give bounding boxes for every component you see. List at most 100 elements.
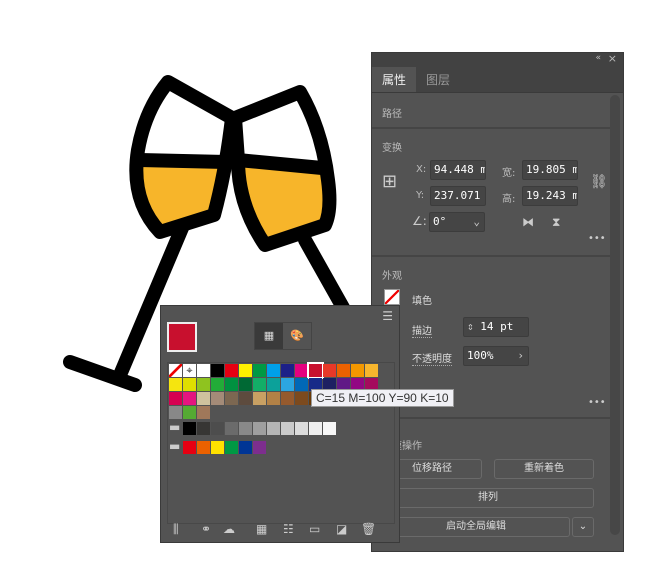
- swatch-options-icon[interactable]: ☷: [283, 522, 294, 536]
- folder-icon[interactable]: ▬: [169, 420, 180, 434]
- swatch[interactable]: [295, 422, 308, 435]
- swatch[interactable]: [253, 422, 266, 435]
- close-icon[interactable]: ×: [608, 52, 617, 65]
- swatch[interactable]: [281, 392, 294, 405]
- swatch[interactable]: [253, 392, 266, 405]
- x-input[interactable]: 94.448 m: [430, 160, 486, 180]
- swatch[interactable]: [225, 378, 238, 391]
- swatch[interactable]: [309, 422, 322, 435]
- swatch[interactable]: [337, 364, 350, 377]
- swatch[interactable]: [253, 364, 266, 377]
- constrain-proportions-icon[interactable]: ⛓: [590, 174, 608, 190]
- swatch[interactable]: [239, 364, 252, 377]
- swatch[interactable]: [225, 441, 238, 454]
- cloud-icon[interactable]: ☁: [223, 522, 235, 536]
- swatch[interactable]: [281, 422, 294, 435]
- swatch[interactable]: [183, 378, 196, 391]
- new-group-icon[interactable]: ▭: [309, 522, 320, 536]
- swatch[interactable]: [197, 392, 210, 405]
- swatch[interactable]: [351, 364, 364, 377]
- stroke-label[interactable]: 描边: [412, 322, 432, 338]
- swatch-registration[interactable]: ⌖: [183, 364, 196, 377]
- panel-menu-icon[interactable]: ☰: [382, 309, 393, 323]
- swatch[interactable]: [169, 406, 182, 419]
- new-swatch-icon[interactable]: ◪: [336, 522, 347, 536]
- swatch[interactable]: [253, 441, 266, 454]
- swatch[interactable]: [323, 422, 336, 435]
- global-edit-dropdown[interactable]: ⌄: [572, 517, 594, 537]
- panel-tabs: 属性 图层: [372, 67, 623, 93]
- swatch[interactable]: [307, 362, 324, 379]
- swatch[interactable]: [211, 378, 224, 391]
- chevron-down-icon[interactable]: ⌄: [473, 215, 480, 228]
- swatch-kinds-icon[interactable]: ▦: [256, 522, 267, 536]
- swatch[interactable]: [225, 392, 238, 405]
- stepper-icon[interactable]: ⇕: [467, 320, 480, 333]
- collapse-icon[interactable]: «: [595, 53, 601, 63]
- swatch[interactable]: [197, 406, 210, 419]
- swatch[interactable]: [211, 422, 224, 435]
- color-palette-icon[interactable]: 🎨: [283, 323, 311, 349]
- swatch[interactable]: [225, 422, 238, 435]
- fill-none-swatch[interactable]: [384, 289, 400, 305]
- swatch[interactable]: [267, 392, 280, 405]
- swatch[interactable]: [183, 392, 196, 405]
- delete-icon[interactable]: 🗑: [361, 522, 376, 536]
- swatch[interactable]: [197, 364, 210, 377]
- swatch[interactable]: [197, 441, 210, 454]
- swatch[interactable]: [211, 392, 224, 405]
- chevron-right-icon[interactable]: ›: [517, 349, 524, 362]
- tab-layers[interactable]: 图层: [416, 67, 460, 92]
- global-edit-button[interactable]: 启动全局编辑: [382, 517, 570, 537]
- opacity-label[interactable]: 不透明度: [412, 350, 452, 366]
- flip-horizontal-icon[interactable]: ⧓: [522, 215, 534, 229]
- swatch[interactable]: [239, 378, 252, 391]
- stroke-weight-input[interactable]: ⇕ 14 pt: [463, 317, 529, 337]
- recolor-button[interactable]: 重新着色: [494, 459, 594, 479]
- folder-icon[interactable]: ▬: [169, 439, 180, 453]
- rotation-input[interactable]: 0° ⌄: [429, 212, 485, 232]
- flip-vertical-icon[interactable]: ⧗: [552, 215, 560, 230]
- swatch[interactable]: [239, 422, 252, 435]
- scrollbar[interactable]: [610, 95, 620, 535]
- swatch[interactable]: [197, 378, 210, 391]
- swatch[interactable]: [225, 364, 238, 377]
- current-fill-swatch[interactable]: [167, 322, 197, 352]
- height-input[interactable]: 19.243 m: [522, 186, 578, 206]
- swatch[interactable]: [365, 364, 378, 377]
- swatch[interactable]: [295, 392, 308, 405]
- swatch[interactable]: [183, 422, 196, 435]
- swatch[interactable]: [267, 378, 280, 391]
- swatch[interactable]: [281, 378, 294, 391]
- y-input[interactable]: 237.071: [430, 186, 486, 206]
- swatch[interactable]: [169, 392, 182, 405]
- swatch[interactable]: [267, 422, 280, 435]
- swatch[interactable]: [183, 441, 196, 454]
- link-icon[interactable]: ⚭: [201, 522, 211, 536]
- tab-properties[interactable]: 属性: [372, 67, 417, 92]
- more-options-icon[interactable]: •••: [588, 397, 606, 408]
- swatch[interactable]: [197, 422, 210, 435]
- more-options-icon[interactable]: •••: [588, 233, 606, 244]
- swatch-none[interactable]: [169, 364, 182, 377]
- grid-view-icon[interactable]: ▦: [255, 323, 283, 349]
- reference-point-icon[interactable]: ⊞: [382, 171, 397, 192]
- swatch[interactable]: [183, 406, 196, 419]
- swatch[interactable]: [169, 378, 182, 391]
- swatch[interactable]: [239, 392, 252, 405]
- swatch[interactable]: [295, 378, 308, 391]
- swatch[interactable]: [267, 364, 280, 377]
- properties-panel: « × 属性 图层 路径 变换 ⊞ X: 94.448 m Y: 237.071…: [371, 52, 624, 552]
- swatch[interactable]: [323, 364, 336, 377]
- arrange-button[interactable]: 排列: [382, 488, 594, 508]
- swatch[interactable]: [295, 364, 308, 377]
- swatch[interactable]: [281, 364, 294, 377]
- opacity-input[interactable]: 100% ›: [463, 346, 529, 366]
- swatch[interactable]: [211, 364, 224, 377]
- rotation-value: 0°: [433, 215, 447, 228]
- width-input[interactable]: 19.805 m: [522, 160, 578, 180]
- swatch-libraries-icon[interactable]: ⫼: [173, 522, 179, 537]
- swatch[interactable]: [253, 378, 266, 391]
- swatch[interactable]: [239, 441, 252, 454]
- swatch[interactable]: [211, 441, 224, 454]
